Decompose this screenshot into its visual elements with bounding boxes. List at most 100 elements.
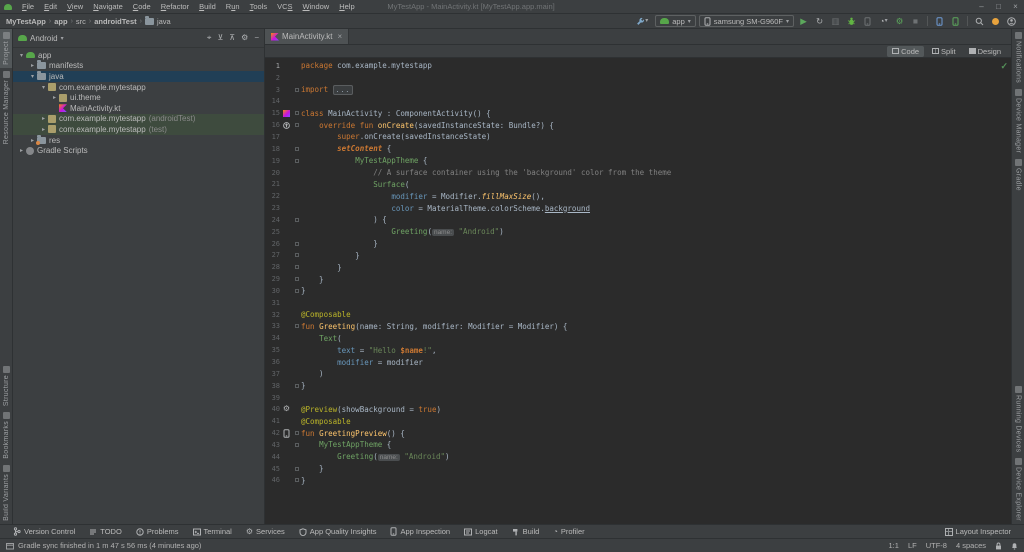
line-number[interactable]: 34 bbox=[265, 334, 280, 342]
fold-marker[interactable] bbox=[293, 217, 301, 222]
fold-marker[interactable] bbox=[293, 87, 301, 92]
code-text[interactable]: setContent { bbox=[301, 144, 391, 153]
code-text[interactable]: Text( bbox=[301, 334, 342, 343]
tree-toggle-icon[interactable]: ▸ bbox=[39, 115, 48, 122]
tree-toggle-icon[interactable]: ▾ bbox=[17, 52, 26, 59]
line-number[interactable]: 40 bbox=[265, 405, 280, 413]
debug-button[interactable] bbox=[845, 15, 858, 27]
menu-edit[interactable]: Edit bbox=[39, 2, 62, 11]
code-line[interactable]: 44 Greeting(name: "Android") bbox=[265, 451, 1011, 463]
code-text[interactable]: } bbox=[301, 251, 360, 260]
line-number[interactable]: 36 bbox=[265, 358, 280, 366]
stop-button[interactable]: ■ bbox=[909, 15, 922, 27]
code-line[interactable]: 31 bbox=[265, 297, 1011, 309]
build-variants-wrench[interactable]: ▾ bbox=[632, 15, 652, 27]
hide-panel-button[interactable]: − bbox=[254, 34, 259, 42]
tree-item-ui-theme[interactable]: ▸ ui.theme bbox=[13, 92, 264, 103]
line-number[interactable]: 18 bbox=[265, 145, 280, 153]
device-manager-button[interactable] bbox=[933, 15, 946, 27]
line-number[interactable]: 15 bbox=[265, 109, 280, 117]
code-text[interactable]: override fun onCreate(savedInstanceState… bbox=[301, 121, 554, 130]
minimize-button[interactable]: – bbox=[973, 2, 990, 11]
close-icon[interactable]: × bbox=[338, 32, 343, 41]
notifications-icon[interactable] bbox=[1011, 542, 1018, 550]
inspection-ok-check-icon[interactable]: ✓ bbox=[1000, 61, 1008, 72]
code-line[interactable]: 23 color = MaterialTheme.colorScheme.bac… bbox=[265, 202, 1011, 214]
line-number[interactable]: 35 bbox=[265, 346, 280, 354]
toolwindow-terminal[interactable]: Terminal bbox=[186, 527, 239, 536]
fold-marker[interactable] bbox=[293, 324, 301, 329]
line-number[interactable]: 23 bbox=[265, 204, 280, 212]
code-text[interactable]: super.onCreate(savedInstanceState) bbox=[301, 132, 491, 141]
code-line[interactable]: 24 ) { bbox=[265, 214, 1011, 226]
project-view-selector[interactable]: Android bbox=[30, 34, 58, 43]
code-line[interactable]: 35 text = "Hello $name!", bbox=[265, 344, 1011, 356]
code-line[interactable]: 3 import ... bbox=[265, 84, 1011, 96]
breadcrumb-androidtest[interactable]: androidTest bbox=[94, 17, 136, 26]
stripe-tab-bookmarks[interactable]: Bookmarks bbox=[0, 409, 12, 462]
code-line[interactable]: 29 } bbox=[265, 273, 1011, 285]
code-line[interactable]: 32 @Composable bbox=[265, 309, 1011, 321]
gutter-class-icon[interactable] bbox=[280, 109, 293, 117]
status-1-1[interactable]: 1:1 bbox=[889, 541, 899, 550]
code-text[interactable]: modifier = Modifier.fillMaxSize(), bbox=[301, 192, 545, 201]
run-button[interactable]: ▶ bbox=[797, 15, 810, 27]
menu-build[interactable]: Build bbox=[194, 2, 221, 11]
code-text[interactable]: @Composable bbox=[301, 310, 351, 319]
code-text[interactable]: package com.example.mytestapp bbox=[301, 61, 432, 70]
line-number[interactable]: 38 bbox=[265, 382, 280, 390]
tree-item-manifests[interactable]: ▸ manifests bbox=[13, 60, 264, 72]
code-text[interactable]: } bbox=[301, 381, 306, 390]
tree-toggle-icon[interactable]: ▾ bbox=[28, 73, 37, 80]
fold-marker[interactable] bbox=[293, 466, 301, 471]
line-number[interactable]: 31 bbox=[265, 299, 280, 307]
status-4-spaces[interactable]: 4 spaces bbox=[956, 541, 986, 550]
running-devices-button[interactable] bbox=[949, 15, 962, 27]
code-text[interactable]: // A surface container using the 'backgr… bbox=[301, 168, 671, 177]
code-text[interactable]: ) { bbox=[301, 215, 387, 224]
line-number[interactable]: 22 bbox=[265, 192, 280, 200]
breadcrumb-app[interactable]: app bbox=[54, 17, 67, 26]
menu-help[interactable]: Help bbox=[334, 2, 359, 11]
code-line[interactable]: 16 override fun onCreate(savedInstanceSt… bbox=[265, 119, 1011, 131]
toolwindow-app-quality-insights[interactable]: App Quality Insights bbox=[292, 527, 384, 536]
tree-toggle-icon[interactable]: ▸ bbox=[17, 147, 26, 154]
code-line[interactable]: 15 class MainActivity : ComponentActivity… bbox=[265, 107, 1011, 119]
expand-all-button[interactable]: ⊻ bbox=[217, 34, 223, 42]
tree-item-com-example-mytestapp[interactable]: ▾ com.example.mytestapp bbox=[13, 82, 264, 93]
menu-tools[interactable]: Tools bbox=[245, 2, 273, 11]
mode-design-button[interactable]: Design bbox=[964, 46, 1006, 57]
fold-marker[interactable] bbox=[293, 383, 301, 388]
toolwindow-todo[interactable]: TODO bbox=[82, 527, 129, 536]
menu-code[interactable]: Code bbox=[128, 2, 156, 11]
code-line[interactable]: 20 // A surface container using the 'bac… bbox=[265, 167, 1011, 179]
code-text[interactable]: fun GreetingPreview() { bbox=[301, 429, 405, 438]
fold-marker[interactable] bbox=[293, 123, 301, 128]
line-number[interactable]: 17 bbox=[265, 133, 280, 141]
stripe-tab-device-explorer[interactable]: Device Explorer bbox=[1012, 455, 1024, 524]
menu-run[interactable]: Run bbox=[221, 2, 245, 11]
code-text[interactable]: Greeting(name: "Android") bbox=[301, 452, 450, 462]
gutter-device-icon[interactable] bbox=[280, 428, 293, 438]
line-number[interactable]: 26 bbox=[265, 240, 280, 248]
code-line[interactable]: 30} bbox=[265, 285, 1011, 297]
code-line[interactable]: 45 } bbox=[265, 463, 1011, 475]
code-text[interactable]: modifier = modifier bbox=[301, 358, 423, 367]
menu-navigate[interactable]: Navigate bbox=[88, 2, 128, 11]
code-text[interactable]: Surface( bbox=[301, 180, 409, 189]
line-number[interactable]: 20 bbox=[265, 169, 280, 177]
line-number[interactable]: 42 bbox=[265, 429, 280, 437]
profiler-button[interactable]: ◔ ▾ bbox=[877, 15, 890, 27]
run-configuration-combo[interactable]: app ▾ bbox=[655, 15, 696, 27]
device-selector-combo[interactable]: samsung SM-G960F ▾ bbox=[698, 15, 794, 27]
line-number[interactable]: 28 bbox=[265, 263, 280, 271]
code-text[interactable]: text = "Hello $name!", bbox=[301, 346, 436, 355]
code-line[interactable]: 42 fun GreetingPreview() { bbox=[265, 427, 1011, 439]
fold-marker[interactable] bbox=[293, 146, 301, 151]
line-number[interactable]: 3 bbox=[265, 86, 280, 94]
menu-file[interactable]: File bbox=[17, 2, 39, 11]
toolwindow-app-inspection[interactable]: App Inspection bbox=[383, 527, 457, 536]
tree-item-res[interactable]: ▸ res bbox=[13, 134, 264, 146]
code-line[interactable]: 18 setContent { bbox=[265, 143, 1011, 155]
code-text[interactable]: } bbox=[301, 263, 342, 272]
